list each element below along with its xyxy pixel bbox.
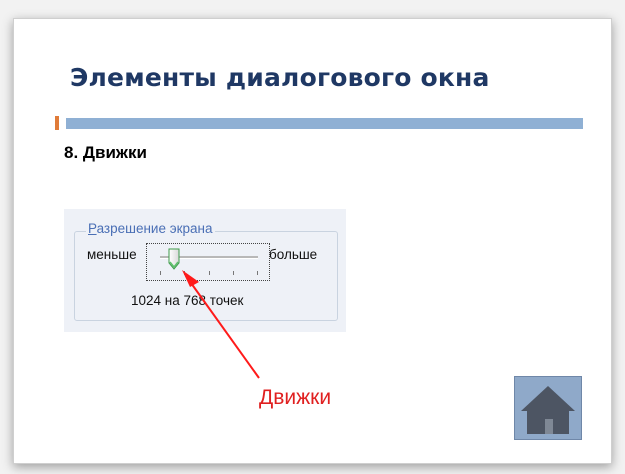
home-icon [521,386,575,434]
slide-title: Элементы диалогового окна [70,63,490,92]
slider-tick [257,271,258,275]
legend-accesskey: Р [88,221,97,236]
slider-tick [233,271,234,275]
section-heading: 8. Движки [64,143,147,162]
legend-text: азрешение экрана [96,221,213,236]
slider-tick [209,271,210,275]
slider-tick [184,271,185,275]
slider-tick [160,271,161,275]
home-button[interactable] [514,376,582,440]
screen-resolution-dialog: Разрешение экрана меньше больше 1024 на … [64,209,346,332]
title-underline-bar [66,118,583,129]
slider-focus-rect[interactable] [146,243,270,281]
resolution-readout: 1024 на 768 точек [131,293,244,308]
callout-label: Движки [259,386,332,409]
slider-min-label: меньше [87,247,137,262]
slider-thumb[interactable] [168,248,180,270]
slider-ticks [160,271,258,275]
title-accent-mark [55,116,59,130]
slider-max-label: больше [269,247,318,262]
groupbox-legend: Разрешение экрана [86,221,215,236]
